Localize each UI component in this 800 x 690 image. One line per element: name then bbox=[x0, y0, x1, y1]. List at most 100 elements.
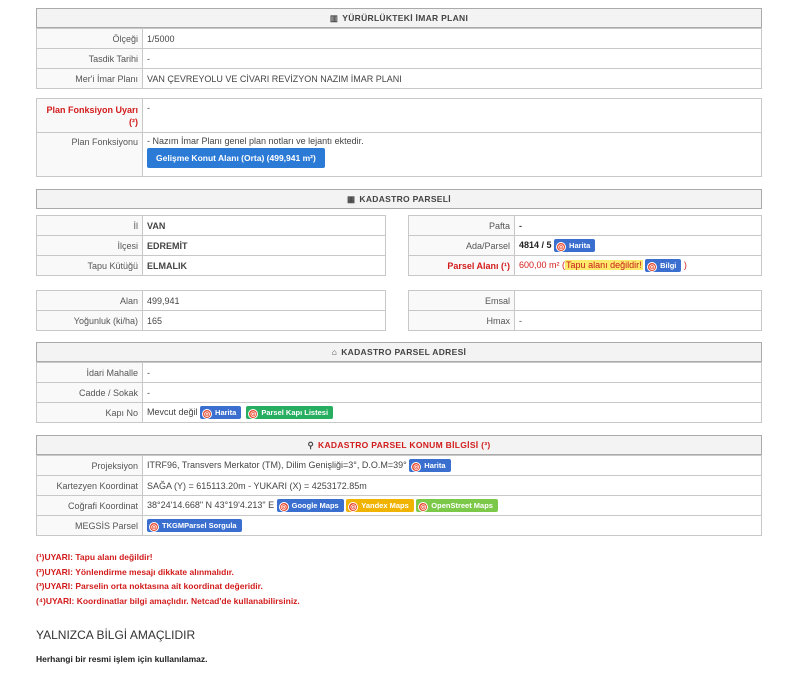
ada-harita-button[interactable]: ◎ Harita bbox=[554, 239, 596, 252]
google-maps-button[interactable]: ◎ Google Maps bbox=[276, 499, 344, 512]
paren-close: ) bbox=[683, 259, 687, 270]
mahalle-label: İdari Mahalle bbox=[36, 362, 143, 383]
kartezyen-label: Kartezyen Koordinat bbox=[36, 475, 143, 496]
list-icon: ◎ bbox=[248, 409, 259, 419]
yandex-maps-button[interactable]: ◎ Yandex Maps bbox=[346, 499, 414, 512]
table-row: Tapu Kütüğü ELMALIK bbox=[36, 255, 386, 276]
table-row: Parsel Alanı (¹) 600,00 m² (Tapu alanı d… bbox=[408, 255, 762, 276]
cografi-label: Coğrafi Koordinat bbox=[36, 495, 143, 516]
pafta-value: - bbox=[514, 215, 762, 236]
yandex-icon: ◎ bbox=[348, 502, 359, 512]
tasdik-value: - bbox=[142, 48, 762, 69]
table-row: Mer'i İmar Planı VAN ÇEVREYOLU VE CİVARI… bbox=[36, 68, 762, 89]
emsal-label: Emsal bbox=[408, 290, 515, 311]
meri-plan-label: Mer'i İmar Planı bbox=[36, 68, 143, 89]
il-label: İl bbox=[36, 215, 143, 236]
projeksiyon-value: ITRF96, Transvers Merkator (TM), Dilim G… bbox=[147, 459, 407, 470]
emsal-value bbox=[514, 290, 762, 311]
megsis-label: MEGSİS Parsel bbox=[36, 515, 143, 536]
table-row: Projeksiyon ITRF96, Transvers Merkator (… bbox=[36, 455, 762, 476]
kartezyen-value: SAĞA (Y) = 615113.20m - YUKARI (X) = 425… bbox=[142, 475, 762, 496]
ada-parsel-label: Ada/Parsel bbox=[408, 235, 515, 256]
fonksiyon-table: Plan Fonksiyon Uyarı (²) - Plan Fonksiyo… bbox=[36, 98, 762, 177]
mahalle-value: - bbox=[142, 362, 762, 383]
map-marker-icon: ⚲ bbox=[307, 440, 315, 450]
table-row: Ölçeği 1/5000 bbox=[36, 28, 762, 49]
map-pin-icon: ◎ bbox=[411, 462, 422, 472]
info-note: Herhangi bir resmi işlem için kullanılam… bbox=[36, 654, 208, 664]
table-row: Alan 499,941 bbox=[36, 290, 386, 311]
table-row: Emsal bbox=[408, 290, 762, 311]
table-row: İdari Mahalle - bbox=[36, 362, 762, 383]
meri-plan-value: VAN ÇEVREYOLU VE CİVARI REVİZYON NAZIM İ… bbox=[142, 68, 762, 89]
table-row: Coğrafi Koordinat 38°24'14.668" N 43°19'… bbox=[36, 495, 762, 516]
table-row: MEGSİS Parsel ◎ TKGMParsel Sorgula bbox=[36, 515, 762, 536]
kapi-label: Kapı No bbox=[36, 402, 143, 423]
warning-4: (⁴)UYARI: Koordinatlar bilgi amaçlıdır. … bbox=[36, 596, 300, 606]
fonksiyon-note: - Nazım İmar Planı genel plan notları ve… bbox=[147, 136, 364, 146]
parsel-alani-label: Parsel Alanı (¹) bbox=[447, 260, 510, 271]
imar-header: ▥ YÜRÜRLÜKTEKİ İMAR PLANI bbox=[36, 8, 762, 28]
info-title: YALNIZCA BİLGİ AMAÇLIDIR bbox=[36, 628, 196, 642]
konum-header: ⚲ KADASTRO PARSEL KONUM BİLGİSİ (³) bbox=[36, 435, 762, 455]
tkgm-parsel-sorgula-button[interactable]: ◎ TKGMParsel Sorgula bbox=[147, 519, 242, 532]
alan-value: 499,941 bbox=[142, 290, 386, 311]
tapu-kutugu-value: ELMALIK bbox=[142, 255, 386, 276]
alan-label: Alan bbox=[36, 290, 143, 311]
hmax-label: Hmax bbox=[408, 310, 515, 331]
kadastro-right-table: Pafta - Ada/Parsel 4814 / 5 ◎ Harita Pars… bbox=[408, 215, 762, 276]
ilce-label: İlçesi bbox=[36, 235, 143, 256]
google-icon: ◎ bbox=[278, 502, 289, 512]
table-row: Pafta - bbox=[408, 215, 762, 236]
olcek-value: 1/5000 bbox=[142, 28, 762, 49]
home-icon: ⌂ bbox=[331, 347, 338, 357]
pafta-label: Pafta bbox=[408, 215, 515, 236]
emsal-table: Emsal Hmax - bbox=[408, 290, 762, 331]
table-row: Plan Fonksiyonu - Nazım İmar Planı genel… bbox=[36, 132, 762, 177]
olcek-label: Ölçeği bbox=[36, 28, 143, 49]
ilce-value: EDREMİT bbox=[142, 235, 386, 256]
page: ▥ YÜRÜRLÜKTEKİ İMAR PLANI Ölçeği 1/5000 T… bbox=[0, 0, 800, 690]
fonksiyon-uyari-label: Plan Fonksiyon Uyarı (²) bbox=[46, 104, 138, 127]
kapi-harita-button[interactable]: ◎ Harita bbox=[200, 406, 242, 419]
osm-icon: ◎ bbox=[418, 502, 429, 512]
table-row: Cadde / Sokak - bbox=[36, 382, 762, 403]
table-row: Kapı No Mevcut değil ◎ Harita ◎ Parsel Kap… bbox=[36, 402, 762, 423]
table-row: Tasdik Tarihi - bbox=[36, 48, 762, 69]
table-row: İl VAN bbox=[36, 215, 386, 236]
table-row: İlçesi EDREMİT bbox=[36, 235, 386, 256]
search-icon: ◎ bbox=[149, 522, 159, 532]
openstreet-maps-button[interactable]: ◎ OpenStreet Maps bbox=[416, 499, 498, 512]
building-icon: ▥ bbox=[329, 13, 339, 23]
adres-table: İdari Mahalle - Cadde / Sokak - Kapı No … bbox=[36, 362, 762, 423]
table-row: Hmax - bbox=[408, 310, 762, 331]
map-pin-icon: ◎ bbox=[202, 409, 213, 419]
konum-table: Projeksiyon ITRF96, Transvers Merkator (… bbox=[36, 455, 762, 536]
adres-header: ⌂ KADASTRO PARSEL ADRESİ bbox=[36, 342, 762, 362]
cografi-value: 38°24'14.668" N 43°19'4.213" E bbox=[147, 499, 275, 510]
table-row: Kartezyen Koordinat SAĞA (Y) = 615113.20… bbox=[36, 475, 762, 496]
yogunluk-value: 165 bbox=[142, 310, 386, 331]
fonksiyon-label: Plan Fonksiyonu bbox=[36, 132, 143, 177]
kadastro-left-table: İl VAN İlçesi EDREMİT Tapu Kütüğü ELMALI… bbox=[36, 215, 386, 276]
bilgi-button[interactable]: ◎ Bilgi bbox=[645, 259, 682, 272]
map-pin-icon: ◎ bbox=[556, 242, 567, 252]
table-row: Ada/Parsel 4814 / 5 ◎ Harita bbox=[408, 235, 762, 256]
tasdik-label: Tasdik Tarihi bbox=[36, 48, 143, 69]
fonksiyon-uyari-value: - bbox=[142, 98, 762, 133]
il-value: VAN bbox=[142, 215, 386, 236]
alan-table: Alan 499,941 Yoğunluk (ki/ha) 165 bbox=[36, 290, 386, 331]
table-row: Plan Fonksiyon Uyarı (²) - bbox=[36, 98, 762, 133]
projeksiyon-label: Projeksiyon bbox=[36, 455, 143, 476]
ada-parsel-value: 4814 / 5 bbox=[519, 239, 552, 250]
kadastro-header: ▦ KADASTRO PARSELİ bbox=[36, 189, 762, 209]
grid-icon: ▦ bbox=[347, 194, 356, 204]
kapi-value: Mevcut değil bbox=[147, 406, 198, 417]
cadde-value: - bbox=[142, 382, 762, 403]
warning-1: (¹)UYARI: Tapu alanı değildir! bbox=[36, 552, 153, 562]
parsel-kapi-listesi-button[interactable]: ◎ Parsel Kapı Listesi bbox=[246, 406, 334, 419]
gelisme-konut-button[interactable]: Gelişme Konut Alanı (Orta) (499,941 m²) bbox=[147, 148, 325, 168]
cadde-label: Cadde / Sokak bbox=[36, 382, 143, 403]
projeksiyon-harita-button[interactable]: ◎ Harita bbox=[409, 459, 451, 472]
warning-2: (²)UYARI: Yönlendirme mesajı dikkate alı… bbox=[36, 567, 234, 577]
